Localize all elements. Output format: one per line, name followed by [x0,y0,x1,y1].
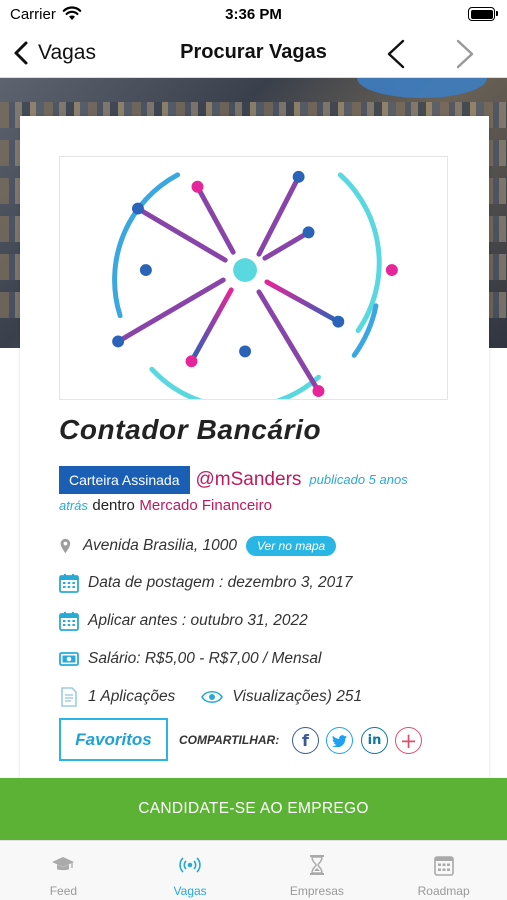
battery-icon [468,7,498,21]
navigation-bar: Vagas Procurar Vagas [0,30,507,78]
graduation-cap-icon [52,857,75,871]
published-time-suffix: atrás [59,498,88,514]
job-title: Contador Bancário [59,414,322,445]
tab-feed[interactable]: Feed [0,841,127,900]
next-job-button[interactable] [452,38,478,70]
plus-icon[interactable]: + [395,727,422,754]
tab-roadmap[interactable]: Roadmap [380,841,507,900]
status-bar: Carrier 3:36 PM [0,0,507,30]
status-time: 3:36 PM [225,6,282,23]
tab-roadmap-label: Roadmap [417,884,470,898]
contract-type-badge: Carteira Assinada [59,466,190,494]
chevron-left-icon [14,41,28,65]
views-count: Visualizações) 251 [232,688,363,705]
job-card: Contador Bancário Carteira Assinada @mSan… [20,116,489,778]
broadcast-icon [179,857,201,873]
job-meta: Carteira Assinada @mSanders publicado 5 an… [59,465,459,517]
posted-date-row: Data de postagem : dezembro 3, 2017 [59,573,353,593]
eye-icon [201,690,224,704]
calendar-icon [59,612,79,631]
calendar-icon [433,856,454,876]
address-row: Avenida Brasilia, 1000 Ver no mapa [59,536,337,556]
posted-date-text: Data de postagem : dezembro 3, 2017 [88,574,353,591]
hourglass-icon [309,855,324,875]
author-link[interactable]: @mSanders [196,469,302,490]
address-text: Avenida Brasilia, 1000 [83,537,237,554]
published-time: publicado 5 anos [309,472,408,487]
back-button[interactable]: Vagas [12,38,96,68]
apply-before-row: Aplicar antes : outubro 31, 2022 [59,611,308,631]
document-icon [61,687,77,707]
view-map-button[interactable]: Ver no mapa [245,536,337,556]
facebook-icon[interactable]: f [292,727,319,754]
calendar-icon [59,574,79,593]
previous-job-button[interactable] [383,38,409,70]
applications-count: 1 Aplicações [88,688,176,705]
money-icon [59,652,79,666]
back-button-label: Vagas [38,41,96,64]
tab-feed-label: Feed [49,884,78,898]
apply-before-text: Aplicar antes : outubro 31, 2022 [88,612,308,629]
tab-empresas[interactable]: Empresas [254,841,381,900]
category-link[interactable]: Mercado Financeiro [139,497,272,514]
linkedin-icon[interactable]: in [361,727,388,754]
salary-row: Salário: R$5,00 - R$7,00 / Mensal [59,649,321,669]
map-pin-icon [60,538,71,554]
tab-vagas[interactable]: Vagas [127,841,254,900]
stats-row: 1 Aplicações Visualizações) 251 [59,687,362,707]
company-logo [59,156,448,410]
share-label: COMPARTILHAR: [179,733,280,747]
tab-vagas-label: Vagas [173,884,207,898]
favorites-button[interactable]: Favoritos [59,718,168,761]
twitter-icon[interactable] [326,727,353,754]
inside-label: dentro [92,497,135,515]
tab-empresas-label: Empresas [289,884,344,898]
salary-text: Salário: R$5,00 - R$7,00 / Mensal [88,650,322,667]
tab-bar: Feed Vagas Empresas Roadmap [0,840,507,900]
apply-job-button[interactable]: CANDIDATE-SE AO EMPREGO [0,778,507,840]
views-group: Visualizações) 251 [201,687,362,707]
company-logo-icon [112,156,398,410]
